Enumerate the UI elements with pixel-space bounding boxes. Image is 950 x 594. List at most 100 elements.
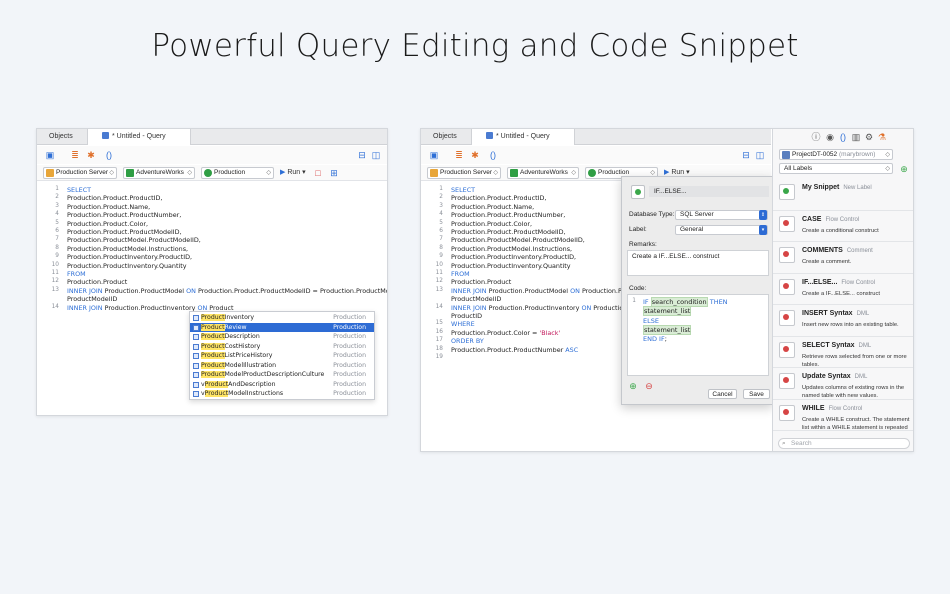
snippet-title-text: WHILE (802, 404, 825, 412)
snippet-list-item[interactable]: INSERT Syntax DML Insert new rows into an … (773, 305, 913, 337)
code-line: Production.Product.ProductModelID, (451, 228, 566, 236)
snippet-search[interactable]: ⌕ Search (778, 438, 910, 449)
sql-text: Production.Product.Name, (451, 202, 535, 211)
match-highlight: Product (201, 352, 225, 359)
snippet-code-editor[interactable]: 1 IF search_condition THEN statement_list… (627, 294, 769, 376)
name-suffix: Description (224, 333, 260, 340)
run-button[interactable]: ▶ Run ▾ (280, 168, 306, 176)
snippet-list-item[interactable]: COMMENTS Comment Create a comment. (773, 242, 913, 274)
database-icon (510, 169, 518, 177)
tab-objects[interactable]: Objects (49, 129, 73, 145)
remove-placeholder-icon[interactable]: ⊖ (644, 381, 654, 391)
autocomplete-item[interactable]: ProductCostHistory Production (190, 342, 374, 352)
server-select[interactable]: Production Server ◇ (43, 167, 117, 179)
stop-icon[interactable]: □ (313, 168, 323, 178)
sql-text: Production.Product.ProductID, (67, 194, 163, 203)
placeholder-token[interactable]: statement_list (643, 324, 692, 335)
autocomplete-name: ProductCostHistory (201, 342, 260, 352)
run-button[interactable]: ▶ Run ▾ (664, 168, 690, 176)
code-snippet-icon[interactable]: () (838, 132, 848, 142)
beautify-sql-icon[interactable]: ≣ (70, 150, 80, 160)
sql-text: Production.ProductModel.Instructions, (451, 244, 573, 253)
placeholder-token[interactable]: statement_list (643, 306, 692, 317)
schema-name: Production (598, 169, 630, 176)
label-select[interactable]: General ▾ (675, 225, 768, 235)
line-number: 1 (55, 186, 59, 192)
snippet-title-text: COMMENTS (802, 247, 843, 254)
sql-keyword: THEN (709, 298, 728, 306)
line-number: 8 (55, 244, 59, 251)
cancel-button[interactable]: Cancel (708, 389, 737, 399)
snippet-list-item[interactable]: Update Syntax DML Updates columns of exist… (773, 368, 913, 400)
code-line: SELECT (451, 186, 475, 194)
line-number: 9 (439, 253, 443, 260)
schema-select[interactable]: Production ◇ (201, 167, 274, 179)
tab-objects[interactable]: Objects (433, 129, 457, 145)
beautify-sql-icon[interactable]: ≣ (454, 150, 464, 160)
line-number: 5 (55, 219, 59, 226)
split-vertical-icon[interactable]: ◫ (755, 150, 765, 160)
structure-icon[interactable]: ▥ (851, 132, 861, 142)
explain-icon[interactable]: ✱ (86, 150, 96, 160)
autocomplete-item[interactable]: ProductInventory Production (190, 313, 374, 323)
database-select[interactable]: AdventureWorks ◇ (507, 167, 579, 179)
project-select[interactable]: ProjectDT-0052 (marybrown) ◇ (779, 149, 893, 160)
line-number: 4 (439, 211, 443, 218)
db-type-select[interactable]: SQL Server ⇕ (675, 210, 768, 220)
save-icon[interactable]: ▣ (45, 150, 55, 160)
explain-plan-icon[interactable]: ⊞ (329, 168, 339, 178)
chevron-updown-icon: ◇ (266, 170, 271, 176)
line-number: 18 (435, 345, 443, 352)
snippet-name-field[interactable]: IF...ELSE... (649, 186, 769, 197)
explain-icon[interactable]: ✱ (470, 150, 480, 160)
autocomplete-item[interactable]: ProductModelIllustration Production (190, 361, 374, 371)
preview-icon[interactable]: ◉ (825, 132, 835, 142)
line-number: 10 (435, 261, 443, 268)
label-filter-value: All Labels (784, 165, 813, 172)
chevron-down-icon: ▾ (759, 225, 767, 235)
add-placeholder-icon[interactable]: ⊕ (628, 381, 638, 391)
snippet-library-icon[interactable]: ⚗ (877, 132, 887, 142)
autocomplete-schema: Production (333, 390, 366, 397)
code-snippet-icon[interactable]: () (488, 150, 498, 160)
autocomplete-item[interactable]: ProductReview Production (190, 322, 374, 332)
match-highlight: Product (201, 361, 225, 369)
split-horizontal-icon[interactable]: ⊟ (741, 150, 751, 160)
tab-untitled-query[interactable]: * Untitled - Query (87, 129, 191, 145)
split-vertical-icon[interactable]: ◫ (371, 150, 381, 160)
snippet-list-item[interactable]: My Snippet New Label (773, 179, 913, 211)
save-button[interactable]: Save (743, 389, 770, 399)
info-icon[interactable]: ⓘ (811, 132, 821, 142)
autocomplete-item[interactable]: vProductModelInstructions Production (190, 389, 374, 399)
code-snippet-icon[interactable]: () (104, 150, 114, 160)
remarks-field[interactable]: Create a IF...ELSE... construct (627, 250, 769, 276)
database-select[interactable]: AdventureWorks ◇ (123, 167, 195, 179)
tab-untitled-query[interactable]: * Untitled - Query (471, 129, 575, 145)
autocomplete-item[interactable]: ProductListPriceHistory Production (190, 351, 374, 361)
page-headline: Powerful Query Editing and Code Snippet (151, 28, 799, 64)
sql-text: Production.Product.Color, (67, 219, 149, 228)
autocomplete-item[interactable]: vProductAndDescription Production (190, 380, 374, 390)
snippet-list-item[interactable]: IF...ELSE... Flow Control Create a IF...EL… (773, 274, 913, 305)
snippet-list-item[interactable]: WHILE Flow Control Create a WHILE construc… (773, 400, 913, 431)
autocomplete-name: ProductListPriceHistory (201, 351, 272, 361)
view-icon (193, 391, 199, 397)
snippet-list-item[interactable]: CASE Flow Control Create a conditional con… (773, 211, 913, 242)
autocomplete-name: ProductModelProductDescriptionCulture (201, 370, 324, 380)
table-icon (193, 343, 199, 350)
sql-editor[interactable]: 1 2 3 4 5 6 7 8 9 10 11 12 13 14 SELECT Production.Pro… (37, 182, 387, 415)
server-select[interactable]: Production Server ◇ (427, 167, 501, 179)
snippet-list-item[interactable]: SELECT Syntax DML Retrieve rows selected f… (773, 337, 913, 368)
sql-keyword: ORDER BY (451, 337, 484, 346)
schema-name: Production (214, 169, 246, 176)
autocomplete-item[interactable]: ProductModelProductDescriptionCulture Pro… (190, 370, 374, 380)
save-icon[interactable]: ▣ (429, 150, 439, 160)
split-horizontal-icon[interactable]: ⊟ (357, 150, 367, 160)
label-filter-select[interactable]: All Labels ◇ (779, 163, 893, 174)
sql-text: Production.ProductInventory.ProductID, (451, 253, 577, 262)
sql-text: Production.Product.ProductNumber (451, 345, 566, 354)
sql-text: ProductID (451, 312, 483, 320)
settings-icon[interactable]: ⚙ (864, 132, 874, 142)
add-snippet-icon[interactable]: ⊕ (899, 164, 909, 174)
autocomplete-item[interactable]: ProductDescription Production (190, 332, 374, 342)
